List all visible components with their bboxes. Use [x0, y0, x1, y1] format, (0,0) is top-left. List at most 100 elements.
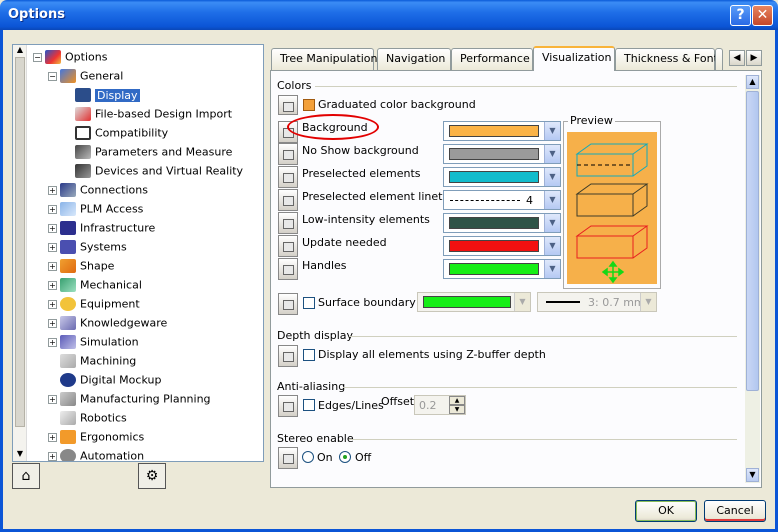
- tree-item-parameters[interactable]: Parameters and Measure: [75, 143, 232, 160]
- scroll-up-icon[interactable]: ▲: [15, 45, 25, 54]
- chevron-down-icon[interactable]: ▼: [544, 168, 560, 186]
- no-show-color-combo[interactable]: ▼: [443, 144, 561, 164]
- ok-button[interactable]: OK: [635, 500, 697, 522]
- linetype-combo[interactable]: 4 ▼: [443, 190, 561, 210]
- edges-lines-checkbox[interactable]: [303, 399, 315, 411]
- panel-scrollbar[interactable]: ▲ ▼: [745, 75, 760, 483]
- tab-overflow[interactable]: [715, 48, 723, 70]
- home-options-icon[interactable]: ⌂: [12, 463, 40, 489]
- tree-item-equipment[interactable]: + Equipment: [48, 295, 140, 312]
- tab-right-icon[interactable]: ▶: [746, 50, 762, 66]
- update-needed-color-combo[interactable]: ▼: [443, 236, 561, 256]
- tree-item-knowledgeware[interactable]: + Knowledgeware: [48, 314, 167, 331]
- expand-icon[interactable]: +: [48, 394, 57, 404]
- thickness-line-icon: [546, 301, 580, 303]
- tree-item-robotics[interactable]: Robotics: [60, 409, 127, 426]
- lock-icon[interactable]: [278, 293, 298, 315]
- graduated-checkbox[interactable]: [303, 99, 315, 111]
- tab-tree-manipulation[interactable]: Tree Manipulation: [271, 48, 378, 70]
- chevron-down-icon[interactable]: ▼: [514, 293, 530, 311]
- chevron-down-icon[interactable]: ▼: [544, 260, 560, 278]
- tree-item-automation[interactable]: + Automation: [48, 447, 144, 461]
- tab-navigation[interactable]: Navigation: [377, 48, 451, 70]
- tree-item-ergonomics[interactable]: + Ergonomics: [48, 428, 144, 445]
- lock-icon[interactable]: [278, 235, 298, 257]
- spin-up-icon[interactable]: ▲: [449, 396, 465, 405]
- background-color-combo[interactable]: ▼: [443, 121, 561, 141]
- tree-scrollbar[interactable]: ▲ ▼: [13, 45, 27, 461]
- tree-item-devices[interactable]: Devices and Virtual Reality: [75, 162, 243, 179]
- surface-thickness-combo[interactable]: 3: 0.7 mm ▼: [537, 292, 657, 312]
- chevron-down-icon[interactable]: ▼: [640, 293, 656, 311]
- expand-icon[interactable]: +: [48, 223, 57, 233]
- scroll-thumb[interactable]: [746, 91, 759, 391]
- tree-item-file-import[interactable]: File-based Design Import: [75, 105, 232, 122]
- lock-icon[interactable]: [278, 258, 298, 280]
- tree-item-mechanical[interactable]: + Mechanical: [48, 276, 142, 293]
- surface-color-combo[interactable]: ▼: [417, 292, 531, 312]
- preselected-color-combo[interactable]: ▼: [443, 167, 561, 187]
- chevron-down-icon[interactable]: ▼: [544, 237, 560, 255]
- scroll-up-icon[interactable]: ▲: [746, 75, 759, 89]
- separator: [315, 86, 737, 87]
- tree-item-infrastructure[interactable]: + Infrastructure: [48, 219, 155, 236]
- lock-icon[interactable]: [278, 95, 298, 115]
- lock-icon[interactable]: [278, 143, 298, 165]
- tree-item-systems[interactable]: + Systems: [48, 238, 127, 255]
- chevron-down-icon[interactable]: ▼: [544, 145, 560, 163]
- preview-label: Preview: [568, 114, 615, 127]
- collapse-icon[interactable]: −: [48, 71, 57, 81]
- tree-item-manufacturing[interactable]: + Manufacturing Planning: [48, 390, 211, 407]
- chevron-down-icon[interactable]: ▼: [544, 214, 560, 232]
- zbuffer-checkbox[interactable]: [303, 349, 315, 361]
- tree-item-options[interactable]: − Options: [33, 48, 107, 65]
- tab-performance[interactable]: Performance: [451, 48, 533, 70]
- close-button[interactable]: ✕: [752, 5, 773, 26]
- options-tree[interactable]: ▲ ▼ − Options − General Display File-based…: [12, 44, 264, 462]
- handles-color-combo[interactable]: ▼: [443, 259, 561, 279]
- expand-icon[interactable]: +: [48, 318, 57, 328]
- tree-item-compatibility[interactable]: Compatibility: [75, 124, 168, 141]
- offset-spinner[interactable]: 0.2 ▲ ▼: [414, 395, 466, 415]
- collapse-icon[interactable]: −: [33, 52, 42, 62]
- stereo-on-radio[interactable]: [302, 451, 314, 463]
- expand-icon[interactable]: +: [48, 242, 57, 252]
- expand-icon[interactable]: +: [48, 337, 57, 347]
- lock-icon[interactable]: [278, 395, 298, 417]
- tree-item-display[interactable]: Display: [75, 86, 140, 103]
- tab-visualization[interactable]: Visualization: [533, 46, 615, 71]
- tree-item-plm-access[interactable]: + PLM Access: [48, 200, 143, 217]
- expand-icon[interactable]: +: [48, 261, 57, 271]
- tree-item-shape[interactable]: + Shape: [48, 257, 114, 274]
- scroll-thumb[interactable]: [15, 57, 25, 427]
- scroll-down-icon[interactable]: ▼: [746, 468, 759, 482]
- help-button[interactable]: ?: [730, 5, 751, 26]
- lock-icon[interactable]: [278, 189, 298, 211]
- expand-icon[interactable]: +: [48, 185, 57, 195]
- lock-icon[interactable]: [278, 447, 298, 469]
- tree-item-digital-mockup[interactable]: Digital Mockup: [60, 371, 161, 388]
- expand-icon[interactable]: +: [48, 280, 57, 290]
- cancel-button[interactable]: Cancel: [704, 500, 766, 522]
- expand-icon[interactable]: +: [48, 204, 57, 214]
- lock-icon[interactable]: [278, 345, 298, 367]
- lock-icon[interactable]: [278, 212, 298, 234]
- stereo-off-radio[interactable]: [339, 451, 351, 463]
- expand-icon[interactable]: +: [48, 432, 57, 442]
- chevron-down-icon[interactable]: ▼: [544, 122, 560, 140]
- tab-thickness-font[interactable]: Thickness & Font: [615, 48, 718, 70]
- tree-item-general[interactable]: − General: [48, 67, 123, 84]
- expand-icon[interactable]: +: [48, 299, 57, 309]
- scroll-down-icon[interactable]: ▼: [15, 449, 25, 458]
- chevron-down-icon[interactable]: ▼: [544, 191, 560, 209]
- tree-item-simulation[interactable]: + Simulation: [48, 333, 139, 350]
- options-settings-icon[interactable]: ⚙: [138, 463, 166, 489]
- spin-down-icon[interactable]: ▼: [449, 405, 465, 414]
- lock-icon[interactable]: [278, 166, 298, 188]
- surface-boundary-checkbox[interactable]: [303, 297, 315, 309]
- tree-item-connections[interactable]: + Connections: [48, 181, 148, 198]
- tab-left-icon[interactable]: ◀: [729, 50, 745, 66]
- tree-item-machining[interactable]: Machining: [60, 352, 136, 369]
- expand-icon[interactable]: +: [48, 451, 57, 461]
- low-intensity-color-combo[interactable]: ▼: [443, 213, 561, 233]
